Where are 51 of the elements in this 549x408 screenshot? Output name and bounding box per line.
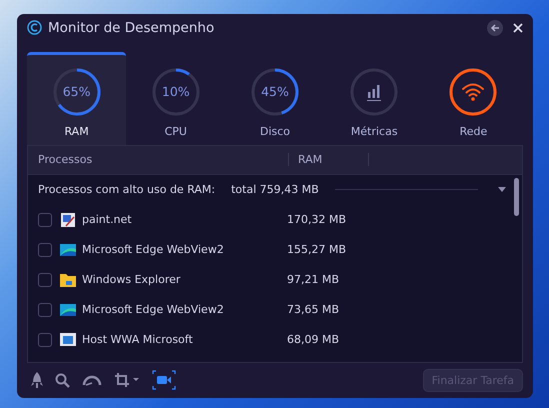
process-name: Microsoft Edge WebView2 xyxy=(82,303,225,316)
process-ram: 170,32 MB xyxy=(287,213,346,226)
row-checkbox[interactable] xyxy=(38,302,52,317)
tab-label: CPU xyxy=(164,124,187,138)
search-icon xyxy=(55,372,70,388)
app-window-icon xyxy=(60,244,76,256)
close-icon[interactable] xyxy=(513,22,523,33)
app-window-icon xyxy=(60,304,76,316)
app-logo-icon xyxy=(27,20,42,36)
metric-tab[interactable]: Métricas xyxy=(324,52,424,145)
metric-tab[interactable]: 65% RAM xyxy=(27,52,126,145)
crop-icon xyxy=(114,372,140,388)
tab-label: Disco xyxy=(260,124,290,138)
arrow-left-icon xyxy=(490,22,500,33)
row-checkbox[interactable] xyxy=(38,272,52,287)
metric-tab[interactable]: 10% CPU xyxy=(126,52,226,145)
paint-app-icon xyxy=(60,212,76,228)
scrollbar-thumb[interactable] xyxy=(514,178,519,216)
process-ram: 155,27 MB xyxy=(287,243,346,256)
speedometer-icon xyxy=(82,374,102,386)
caret-icon[interactable] xyxy=(498,187,506,192)
metric-tab[interactable]: Rede xyxy=(424,52,524,145)
gauge-value: 10% xyxy=(162,84,190,100)
group-total: total 759,43 MB xyxy=(231,183,319,196)
tab-label: RAM xyxy=(64,124,89,138)
process-name: Microsoft Edge WebView2 xyxy=(82,243,225,256)
group-label: Processos com alto uso de RAM: xyxy=(38,183,216,196)
rocket-icon xyxy=(31,371,43,390)
process-name: Host WWA Microsoft xyxy=(82,333,194,346)
gauge-value: 65% xyxy=(62,84,90,100)
gauge-value: 45% xyxy=(261,84,289,100)
wifi-icon xyxy=(448,66,498,117)
process-ram: 73,65 MB xyxy=(287,303,340,316)
column-header[interactable]: RAM xyxy=(289,153,369,166)
video-camera-icon xyxy=(152,370,176,390)
row-checkbox[interactable] xyxy=(38,242,52,257)
row-checkbox[interactable] xyxy=(38,212,52,227)
metric-tab[interactable]: 45% Disco xyxy=(225,52,325,145)
back-button[interactable] xyxy=(487,20,503,36)
app-window-icon xyxy=(60,333,76,346)
row-checkbox[interactable] xyxy=(38,332,52,347)
tab-label: Métricas xyxy=(350,124,398,138)
column-header[interactable]: Processos xyxy=(28,153,289,166)
tab-label: Rede xyxy=(460,124,488,138)
window-title: Monitor de Desempenho xyxy=(48,20,216,36)
process-ram: 68,09 MB xyxy=(287,333,340,346)
process-name: paint.net xyxy=(82,213,133,226)
folder-icon xyxy=(60,272,76,287)
process-ram: 97,21 MB xyxy=(287,273,340,286)
process-name: Windows Explorer xyxy=(82,273,182,286)
bar-chart-icon xyxy=(349,66,400,117)
